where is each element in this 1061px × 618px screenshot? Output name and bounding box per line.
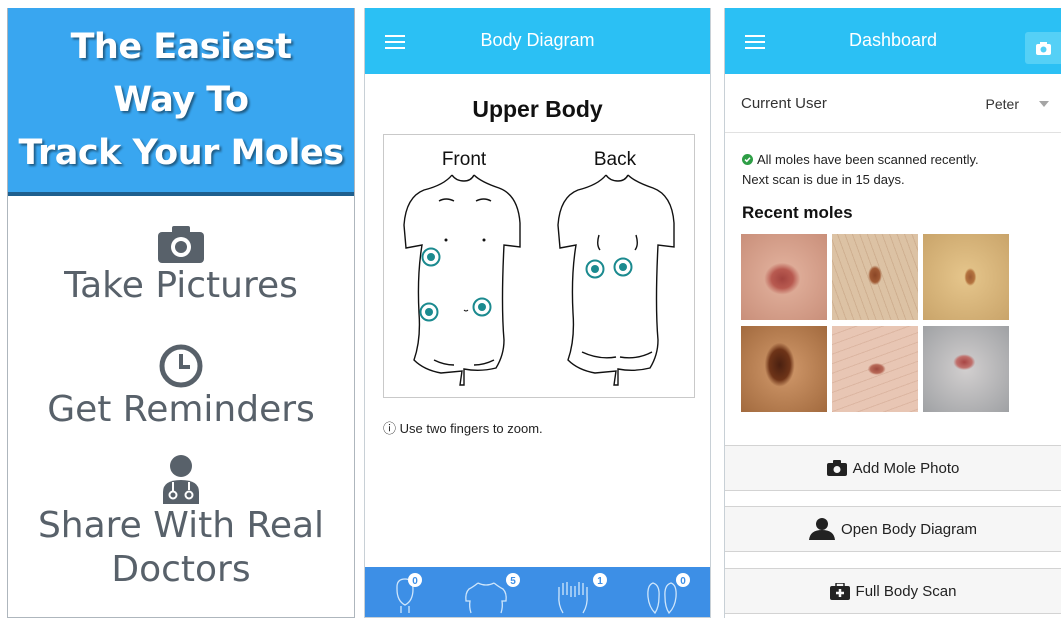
add-mole-photo-button[interactable]: Add Mole Photo (725, 445, 1061, 491)
mole-markers (419, 247, 633, 322)
front-torso-outline (403, 174, 521, 386)
tab-badge: 0 (412, 576, 418, 587)
header-title: Body Diagram (480, 30, 595, 50)
section-title: Upper Body (472, 96, 603, 122)
dashboard-panel: Dashboard Current User Peter All moles h… (724, 8, 1061, 618)
body-diagram-canvas[interactable]: Front Back (383, 134, 695, 398)
feature-take-pictures: Take Pictures (8, 224, 354, 308)
feature-label-line-2: Doctors (111, 549, 251, 590)
tab-hands[interactable]: 1 (558, 573, 607, 614)
mole-thumbnail[interactable] (741, 326, 827, 412)
header-title: Dashboard (848, 30, 938, 50)
recent-moles-title: Recent moles (742, 203, 853, 222)
mole-marker[interactable] (613, 257, 633, 277)
mole-marker[interactable] (585, 259, 605, 279)
medkit-icon (829, 582, 850, 600)
body-diagram-header: Body Diagram (365, 8, 710, 74)
clock-icon (159, 344, 203, 388)
feature-label: Take Pictures (64, 265, 298, 306)
full-body-scan-button[interactable]: Full Body Scan (725, 568, 1061, 614)
tab-badge: 1 (597, 576, 603, 587)
upper-body-icon (465, 582, 507, 614)
mole-thumbnail[interactable] (923, 326, 1009, 412)
hero-divider (8, 192, 354, 196)
tab-feet[interactable]: 0 (647, 573, 690, 615)
promo-hero: The Easiest Way To Track Your Moles (8, 8, 354, 192)
tab-badge: 5 (510, 576, 516, 587)
mole-thumbnail[interactable] (741, 234, 827, 320)
headline-line-3: Track Your Moles (18, 132, 344, 173)
current-user-value: Peter (985, 96, 1019, 112)
status-line-1: All moles have been scanned recently. (757, 152, 979, 167)
front-label: Front (442, 149, 487, 170)
current-user-select[interactable]: Current User Peter (725, 74, 1061, 133)
tab-badge: 0 (680, 576, 686, 587)
chevron-down-icon (1039, 101, 1049, 107)
headline-line-1: The Easiest (70, 26, 292, 67)
feature-get-reminders: Get Reminders (8, 344, 354, 432)
open-body-diagram-button[interactable]: Open Body Diagram (725, 506, 1061, 552)
user-icon (809, 518, 836, 540)
dashboard-header: Dashboard (725, 8, 1061, 74)
button-label: Open Body Diagram (841, 520, 977, 538)
camera-icon (1036, 42, 1051, 55)
button-label: Full Body Scan (855, 582, 957, 600)
mole-marker[interactable] (421, 247, 441, 267)
doctor-icon (163, 455, 199, 504)
current-user-label: Current User (741, 95, 827, 112)
feature-share-doctors: Share With Real Doctors (8, 454, 354, 592)
mole-thumbnail[interactable] (832, 326, 918, 412)
camera-button[interactable] (1025, 32, 1061, 64)
check-circle-icon (742, 154, 753, 165)
status-line-2: Next scan is due in 15 days. (742, 172, 905, 187)
body-diagram-panel: Body Diagram Upper Body Front Back ⓘ Use… (364, 8, 711, 618)
mole-thumbnail[interactable] (832, 234, 918, 320)
feet-icon (647, 582, 677, 615)
button-label: Add Mole Photo (852, 459, 960, 477)
promo-panel: The Easiest Way To Track Your Moles Take… (7, 8, 355, 618)
back-torso-outline (557, 174, 675, 386)
camera-icon (158, 226, 204, 263)
scan-status: All moles have been scanned recently. Ne… (742, 150, 979, 190)
body-region-tabbar: 0 5 1 0 (365, 567, 710, 617)
feature-label-line-1: Share With Real (37, 505, 325, 546)
feature-label: Get Reminders (47, 389, 315, 430)
tab-upper-body[interactable]: 5 (465, 573, 520, 614)
camera-icon (826, 460, 847, 476)
hands-icon (558, 582, 588, 614)
back-label: Back (594, 149, 637, 170)
mole-marker[interactable] (472, 297, 492, 317)
zoom-hint: ⓘ Use two fingers to zoom. (383, 421, 543, 436)
mole-thumbnail[interactable] (923, 234, 1009, 320)
headline-line-2: Way To (113, 79, 249, 120)
mole-marker[interactable] (419, 302, 439, 322)
tab-head[interactable]: 0 (396, 573, 422, 613)
